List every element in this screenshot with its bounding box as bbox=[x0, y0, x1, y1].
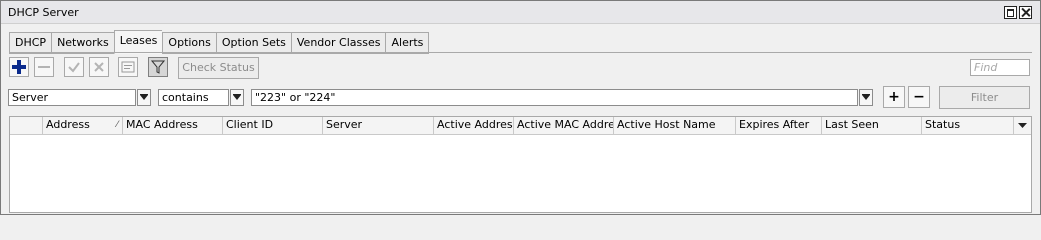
filter-value-input[interactable]: "223" or "224" bbox=[251, 89, 858, 106]
filter-row: Server contains "223" or "224" + − Filte… bbox=[0, 86, 1041, 109]
table-header: Address ⁄ MAC Address Client ID Server A… bbox=[10, 117, 1031, 135]
column-header-active-host-name[interactable]: Active Host Name bbox=[614, 117, 736, 134]
comment-icon bbox=[121, 61, 135, 73]
chevron-down-icon bbox=[233, 93, 241, 100]
column-header-active-mac-address[interactable]: Active MAC Addre... bbox=[514, 117, 614, 134]
filter-toggle-button[interactable] bbox=[148, 57, 168, 77]
enable-icon bbox=[68, 62, 80, 73]
restore-icon[interactable] bbox=[1004, 6, 1017, 19]
find-input[interactable]: Find bbox=[970, 59, 1030, 76]
title-bar[interactable]: DHCP Server bbox=[1, 1, 1040, 24]
filter-apply-button[interactable]: Filter bbox=[939, 86, 1030, 109]
column-header-last-seen[interactable]: Last Seen bbox=[822, 117, 922, 134]
remove-filter-button[interactable]: − bbox=[908, 86, 930, 108]
chevron-down-icon bbox=[862, 93, 870, 100]
tab-dhcp[interactable]: DHCP bbox=[9, 32, 52, 54]
tab-bar: DHCP Networks Leases Options Option Sets… bbox=[9, 30, 430, 54]
filter-operator-select[interactable]: contains bbox=[158, 89, 229, 106]
column-header-label: Address bbox=[46, 118, 90, 131]
column-header-address[interactable]: Address ⁄ bbox=[43, 117, 123, 134]
column-header-flags[interactable] bbox=[10, 117, 43, 134]
tab-networks[interactable]: Networks bbox=[51, 32, 114, 54]
filter-operator-dropdown[interactable] bbox=[230, 89, 244, 106]
column-header-server[interactable]: Server bbox=[323, 117, 434, 134]
remove-icon bbox=[38, 66, 50, 68]
leases-table: Address ⁄ MAC Address Client ID Server A… bbox=[9, 116, 1032, 213]
filter-field-select[interactable]: Server bbox=[8, 89, 136, 106]
column-header-expires-after[interactable]: Expires After bbox=[736, 117, 822, 134]
tab-options[interactable]: Options bbox=[162, 32, 216, 54]
filter-icon bbox=[151, 60, 165, 74]
sort-icon: ⁄ bbox=[116, 120, 118, 130]
add-icon bbox=[12, 60, 26, 74]
disable-icon bbox=[94, 62, 104, 72]
tab-leases[interactable]: Leases bbox=[113, 30, 163, 54]
chevron-down-icon bbox=[140, 93, 148, 100]
tab-option-sets[interactable]: Option Sets bbox=[215, 32, 291, 54]
column-header-mac-address[interactable]: MAC Address bbox=[123, 117, 223, 134]
filter-value-dropdown[interactable] bbox=[859, 89, 873, 106]
tab-divider bbox=[9, 52, 1032, 53]
tab-alerts[interactable]: Alerts bbox=[385, 32, 430, 54]
enable-button[interactable] bbox=[64, 57, 84, 77]
column-header-status[interactable]: Status bbox=[922, 117, 1014, 134]
column-header-client-id[interactable]: Client ID bbox=[223, 117, 323, 134]
check-status-button[interactable]: Check Status bbox=[178, 57, 259, 79]
add-filter-button[interactable]: + bbox=[883, 86, 905, 108]
window-title: DHCP Server bbox=[8, 6, 79, 19]
column-header-active-address[interactable]: Active Address bbox=[434, 117, 514, 134]
comment-button[interactable] bbox=[118, 57, 138, 77]
tab-vendor-classes[interactable]: Vendor Classes bbox=[290, 32, 386, 54]
remove-button[interactable] bbox=[34, 57, 54, 77]
add-button[interactable] bbox=[9, 57, 29, 77]
close-icon[interactable] bbox=[1019, 6, 1032, 19]
column-menu-icon[interactable] bbox=[1014, 117, 1031, 134]
filter-field-dropdown[interactable] bbox=[137, 89, 151, 106]
disable-button[interactable] bbox=[89, 57, 109, 77]
